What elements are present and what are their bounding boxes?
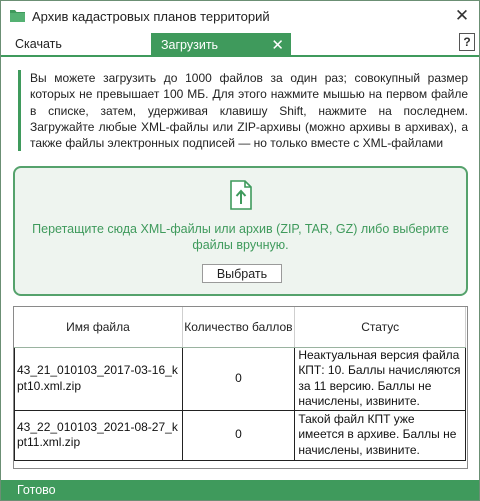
dialog-window: Архив кадастровых планов территорий ✕ Ск…: [0, 0, 480, 501]
info-text: Вы можете загрузить до 1000 файлов за од…: [18, 70, 468, 152]
tab-download-label: Скачать: [15, 37, 62, 51]
cell-status: Неактуальная версия файла КПТ: 10. Баллы…: [294, 346, 466, 411]
cell-filename: 43_21_010103_2017-03-16_kpt10.xml.zip: [14, 346, 183, 411]
files-table: Имя файла Количество баллов Статус 43_21…: [13, 306, 468, 469]
tab-download[interactable]: Скачать: [1, 33, 151, 55]
help-button[interactable]: ?: [459, 33, 475, 51]
cell-filename: 43_22_010103_2021-08-27_kpt11.xml.zip: [14, 409, 183, 461]
help-icon: ?: [463, 35, 471, 49]
status-bar: Готово: [1, 480, 479, 500]
cell-status: Такой файл КПТ уже имеется в архиве. Бал…: [294, 409, 466, 461]
column-header-status[interactable]: Статус: [294, 307, 466, 348]
column-header-count[interactable]: Количество баллов: [182, 307, 296, 348]
table-row[interactable]: 43_21_010103_2017-03-16_kpt10.xml.zip 0 …: [14, 346, 466, 411]
close-button[interactable]: ✕: [453, 6, 471, 26]
choose-files-button[interactable]: Выбрать: [202, 264, 282, 283]
file-upload-icon: [230, 180, 252, 210]
title-bar[interactable]: Архив кадастровых планов территорий ✕: [1, 1, 479, 31]
table-row[interactable]: 43_22_010103_2021-08-27_kpt11.xml.zip 0 …: [14, 409, 466, 461]
cell-count: 0: [181, 409, 296, 461]
drop-zone[interactable]: Перетащите сюда XML-файлы или архив (ZIP…: [13, 166, 468, 296]
drop-zone-text: Перетащите сюда XML-файлы или архив (ZIP…: [32, 222, 449, 252]
tab-bar: Скачать Загрузить ✕ ?: [1, 33, 479, 57]
window-title: Архив кадастровых планов территорий: [32, 9, 270, 24]
close-icon: ✕: [454, 6, 470, 25]
tab-close-icon[interactable]: ✕: [271, 36, 284, 54]
tab-upload[interactable]: Загрузить ✕: [151, 33, 291, 57]
table-header: Имя файла Количество баллов Статус: [14, 307, 466, 348]
cell-count: 0: [181, 346, 296, 411]
folder-icon: [10, 10, 25, 22]
column-header-filename[interactable]: Имя файла: [14, 307, 183, 348]
tab-upload-label: Загрузить: [161, 38, 219, 52]
